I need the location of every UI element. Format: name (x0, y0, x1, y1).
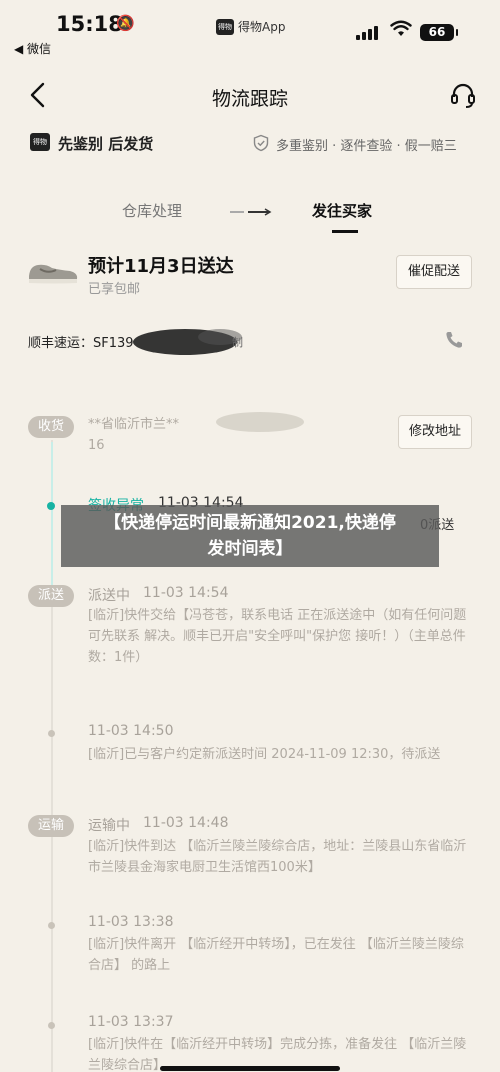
received-address-line2: 16 (88, 438, 105, 453)
battery-indicator: 66 (420, 24, 458, 41)
timeline-badge-transit: 运输 (28, 815, 74, 837)
event-title-dispatch: 派送中 (88, 588, 130, 604)
timeline-track-active (51, 442, 53, 592)
phone-icon[interactable] (444, 330, 464, 350)
dewu-logo-icon: 得物 (30, 133, 50, 151)
timeline-dot (48, 730, 55, 737)
shield-check-icon (253, 134, 269, 152)
event-body-dispatch: [临沂]快件交给【冯苍苍，联系电话 正在派送途中（如有任何问题可先联系 解决。顺… (88, 608, 467, 665)
urge-delivery-button[interactable]: 催促配送 (396, 255, 472, 289)
event-body-transit: [临沂]快件到达 【临沂兰陵兰陵综合店，地址：兰陵县山东省临沂市兰陵县金海家电厨… (88, 839, 467, 875)
signal-icon (356, 26, 378, 40)
event-time-depart: 11-03 13:38 (88, 914, 174, 930)
timeline-badge-dispatch: 派送 (28, 585, 74, 607)
back-to-wechat-link[interactable]: ◀ 微信 (14, 40, 51, 57)
article-title-banner: 【快递停运时间最新通知2021,快递停 发时间表】 (61, 505, 439, 567)
shipping-fee-note: 已享包邮 (88, 282, 141, 297)
timeline-dot (48, 922, 55, 929)
event-time-hub: 11-03 13:37 (88, 1014, 174, 1030)
banner-line-2: 发时间表】 (207, 539, 293, 559)
timeline-dot-active (47, 502, 55, 510)
event-body-reschedule: [临沂]已与客户约定新派送时间 2024-11-09 12:30，待派送 (88, 747, 441, 762)
eta-title: 预计11月3日送达 (88, 256, 234, 277)
sneaker-product-image (29, 264, 78, 284)
courier-info: 顺丰速运：SF139 (28, 336, 134, 351)
event-title-transit: 运输中 (88, 818, 130, 834)
wifi-icon (390, 20, 412, 36)
banner-line-1: 【快递停运时间最新通知2021,快递停 (104, 513, 396, 533)
redaction-mark (216, 412, 304, 432)
modify-address-button[interactable]: 修改地址 (398, 415, 472, 449)
received-address-line1: **省临沂市兰** (88, 417, 180, 432)
stage-warehouse: 仓库处理 (122, 202, 183, 220)
status-time: 15:18 (56, 12, 123, 36)
timeline-dot (48, 1022, 55, 1029)
event-time-reschedule: 11-03 14:50 (88, 723, 174, 739)
arrow-right-icon (230, 208, 272, 216)
timeline-badge-received: 收货 (28, 416, 74, 438)
appraisal-title: 先鉴别 后发货 (58, 135, 154, 153)
appraisal-tags: 多重鉴别 · 逐件查验 · 假一赔三 (276, 139, 457, 154)
headset-icon[interactable] (448, 80, 478, 110)
home-indicator[interactable] (160, 1066, 340, 1071)
event-time-dispatch: 11-03 14:54 (143, 585, 229, 601)
page-title: 物流跟踪 (211, 88, 288, 110)
event-body-depart: [临沂]快件离开 【临沂经开中转场】，已在发往 【临沂兰陵兰陵综合店】 的路上 (88, 937, 464, 973)
app-name: 得物App (238, 20, 286, 34)
event-time-transit: 11-03 14:48 (143, 815, 229, 831)
app-indicator: 得物 得物App (216, 18, 285, 35)
stage-underline (332, 230, 358, 233)
stage-shipping: 发往买家 (312, 202, 373, 220)
app-logo-icon: 得物 (216, 18, 234, 35)
courier-info-tail: 制 (232, 336, 243, 349)
bell-slash-icon: 🔕 (116, 14, 135, 32)
